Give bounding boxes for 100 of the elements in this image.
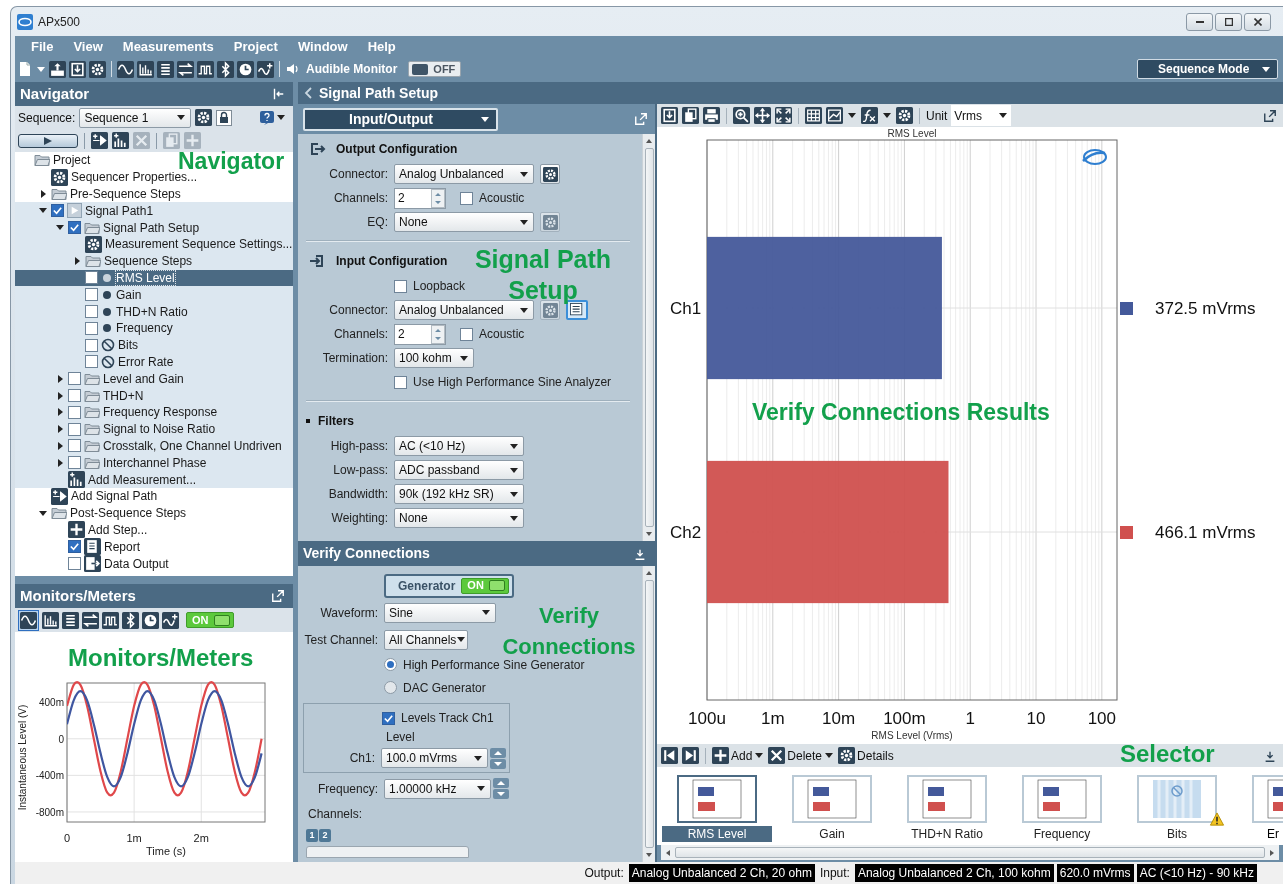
tree-row[interactable]: Add Measurement... bbox=[15, 471, 293, 488]
fit-icon[interactable] bbox=[775, 107, 792, 124]
dropdown[interactable]: 100 kohm bbox=[394, 348, 474, 368]
checkbox[interactable] bbox=[68, 422, 81, 436]
right-triangle-icon[interactable] bbox=[56, 458, 64, 467]
list-icon[interactable] bbox=[62, 611, 79, 629]
checkbox[interactable] bbox=[85, 288, 98, 302]
open-icon[interactable] bbox=[49, 60, 66, 78]
graph-icon[interactable] bbox=[826, 107, 843, 124]
swap-arrows-icon[interactable] bbox=[82, 611, 99, 629]
save-icon[interactable] bbox=[69, 60, 86, 78]
checkbox[interactable] bbox=[68, 540, 81, 554]
tree-row[interactable]: Project bbox=[15, 152, 91, 169]
dropdown[interactable]: 90k (192 kHz SR) bbox=[394, 484, 524, 504]
settings-icon[interactable] bbox=[195, 109, 213, 126]
add-path-icon[interactable] bbox=[91, 132, 108, 149]
settings-icon[interactable] bbox=[89, 60, 106, 78]
chart-thumbnail-icon[interactable] bbox=[677, 775, 757, 823]
first-icon[interactable] bbox=[661, 747, 678, 764]
dropdown[interactable]: AC (<10 Hz) bbox=[394, 436, 524, 456]
scroll-down-icon[interactable] bbox=[645, 531, 653, 537]
maximize-button[interactable] bbox=[1215, 12, 1242, 31]
channel-button[interactable]: 1 bbox=[306, 828, 318, 842]
back-icon[interactable] bbox=[304, 87, 313, 99]
last-icon[interactable] bbox=[682, 747, 699, 764]
tree-row[interactable]: Pre-Sequence Steps bbox=[15, 185, 181, 203]
checkbox[interactable] bbox=[68, 557, 81, 570]
down-triangle-icon[interactable] bbox=[56, 224, 64, 232]
scroll-up-icon[interactable] bbox=[645, 138, 653, 144]
checkbox[interactable] bbox=[68, 372, 81, 386]
pop-out-icon[interactable] bbox=[1263, 108, 1277, 123]
scroll-left-icon[interactable] bbox=[665, 848, 671, 857]
speaker-icon[interactable] bbox=[285, 61, 301, 77]
tree-row[interactable]: Add Step... bbox=[15, 521, 148, 539]
stepper-icon[interactable] bbox=[493, 778, 509, 799]
right-triangle-icon[interactable] bbox=[56, 408, 64, 417]
value-field[interactable]: 1.00000 kHz bbox=[384, 778, 491, 799]
tree-row[interactable]: Signal Path1 bbox=[15, 202, 293, 220]
pulse-wave-icon[interactable] bbox=[197, 60, 214, 78]
checkbox[interactable] bbox=[68, 405, 81, 419]
lock-icon[interactable] bbox=[216, 109, 233, 126]
bluetooth-icon[interactable] bbox=[122, 611, 139, 629]
tree-row[interactable]: THD+N bbox=[15, 387, 293, 404]
value-field[interactable]: 100.0 mVrms bbox=[381, 748, 488, 768]
right-triangle-icon[interactable] bbox=[56, 441, 64, 450]
stepper-icon[interactable] bbox=[490, 747, 506, 769]
stepper-icon[interactable] bbox=[431, 188, 445, 208]
checkbox[interactable] bbox=[68, 389, 81, 403]
dropdown[interactable]: Sine bbox=[384, 602, 496, 623]
channel-button[interactable]: 2 bbox=[319, 828, 331, 842]
dropdown[interactable]: All Channels bbox=[384, 629, 468, 650]
checkbox[interactable] bbox=[85, 305, 98, 319]
delete-button[interactable]: Delete bbox=[768, 746, 835, 765]
checkbox[interactable] bbox=[460, 191, 473, 205]
radio-button[interactable] bbox=[384, 658, 397, 671]
clock-icon[interactable] bbox=[142, 611, 159, 629]
minimize-button[interactable] bbox=[1186, 12, 1213, 31]
tree-row[interactable]: Gain bbox=[15, 286, 293, 304]
tree-row[interactable]: Report bbox=[15, 538, 141, 556]
down-triangle-icon[interactable] bbox=[39, 509, 47, 517]
tree-row[interactable]: Level and Gain bbox=[15, 370, 293, 388]
tree-row[interactable]: Post-Sequence Steps bbox=[15, 504, 187, 522]
checkbox[interactable] bbox=[394, 375, 407, 389]
scroll-up-icon[interactable] bbox=[645, 570, 653, 576]
swap-arrows-icon[interactable] bbox=[177, 60, 194, 78]
selector-item[interactable]: Bits bbox=[1122, 775, 1232, 845]
chart-thumbnail-icon[interactable] bbox=[792, 775, 872, 823]
tree-row[interactable]: Interchannel Phase bbox=[15, 454, 293, 472]
dropdown[interactable]: Analog Unbalanced bbox=[394, 300, 534, 320]
checkbox[interactable] bbox=[394, 279, 407, 293]
checkbox[interactable] bbox=[51, 204, 64, 218]
checkbox[interactable] bbox=[68, 456, 81, 470]
number-field[interactable]: 2 bbox=[394, 187, 446, 209]
sequence-dropdown[interactable]: Sequence 1 bbox=[79, 107, 192, 128]
bar-chart-icon[interactable] bbox=[137, 60, 154, 78]
add-button[interactable]: Add bbox=[712, 746, 765, 765]
pulse-wave-icon[interactable] bbox=[102, 611, 119, 629]
selector-item[interactable]: Er bbox=[1237, 775, 1283, 845]
table-icon[interactable] bbox=[805, 107, 822, 124]
selector-item[interactable]: RMS Level bbox=[662, 775, 772, 845]
print-icon[interactable] bbox=[703, 107, 720, 124]
unit-dropdown[interactable]: Vrms bbox=[951, 105, 1012, 126]
scrollbar[interactable] bbox=[642, 134, 655, 541]
checkbox[interactable] bbox=[68, 221, 81, 235]
scrollbar[interactable] bbox=[661, 845, 1279, 860]
chart-thumbnail-icon[interactable] bbox=[1022, 775, 1102, 823]
checkbox[interactable] bbox=[85, 271, 98, 285]
right-triangle-icon[interactable] bbox=[73, 257, 81, 266]
details-button[interactable]: Details bbox=[838, 746, 894, 765]
clock-icon[interactable] bbox=[237, 60, 254, 78]
checkbox[interactable] bbox=[85, 355, 98, 369]
checkbox[interactable] bbox=[85, 338, 98, 352]
wave-plus-icon[interactable] bbox=[257, 60, 274, 78]
add-measurement-icon[interactable] bbox=[112, 132, 129, 149]
checkbox[interactable] bbox=[68, 439, 81, 453]
right-triangle-icon[interactable] bbox=[39, 190, 47, 198]
right-triangle-icon[interactable] bbox=[56, 374, 64, 383]
bluetooth-icon[interactable] bbox=[217, 60, 234, 78]
right-triangle-icon[interactable] bbox=[56, 425, 64, 434]
tree-row[interactable]: THD+N Ratio bbox=[15, 303, 293, 320]
